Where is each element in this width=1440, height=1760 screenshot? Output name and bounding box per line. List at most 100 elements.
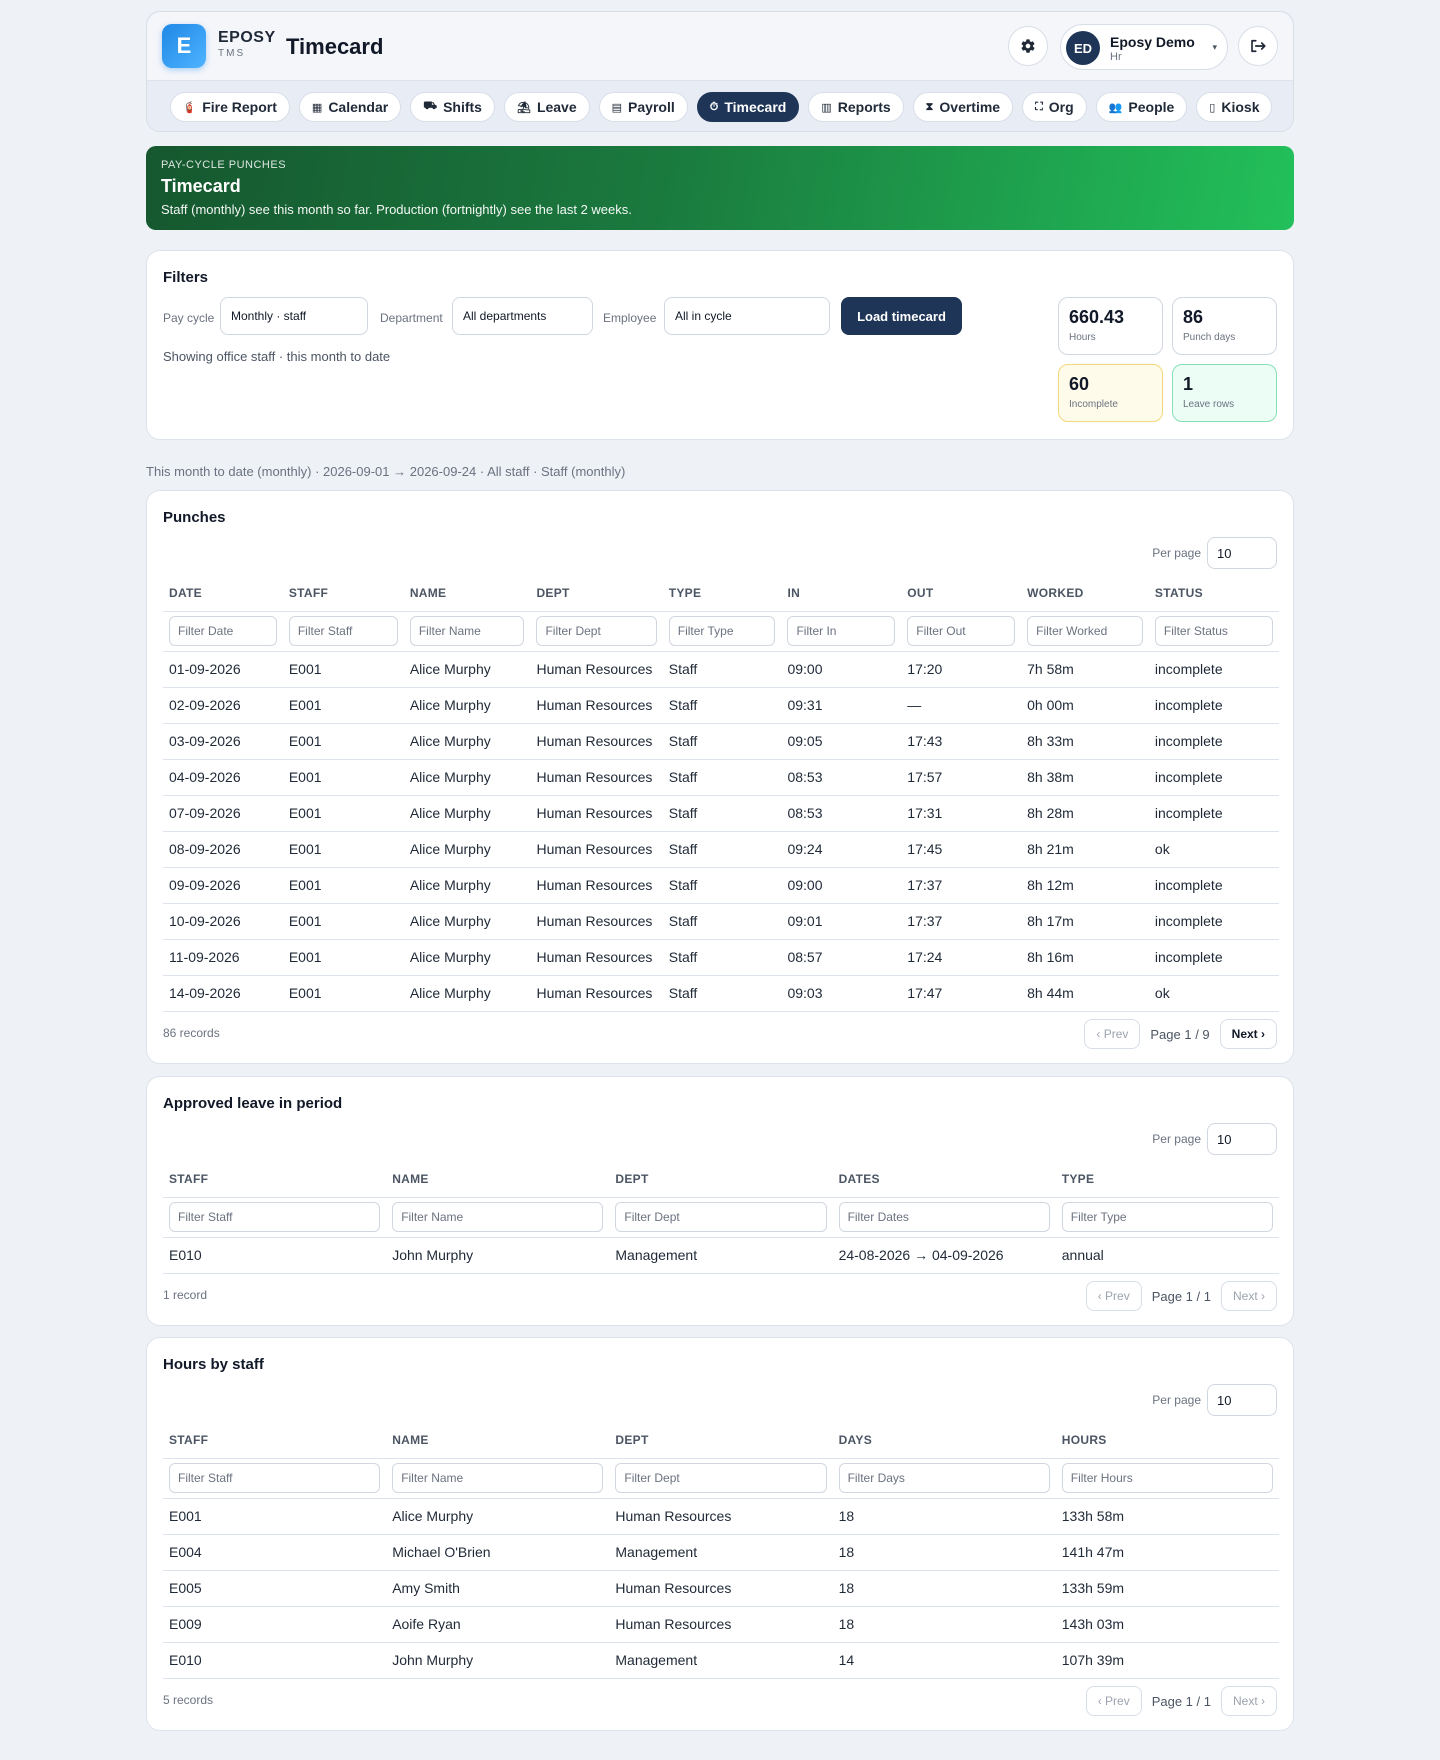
table-cell: 18 [832,1606,1056,1643]
punches-table: DATE STAFF NAME DEPT TYPE IN OUT WORKED STATUS Fi… [163,575,1279,1012]
column-filter-input[interactable]: Filter In [787,616,896,646]
column-header[interactable]: STAFF [282,575,404,612]
column-filter-input[interactable]: Filter Status [1154,616,1273,646]
nav-shifts[interactable]: ⛟ Shifts [410,92,495,122]
nav-org[interactable]: ⛶ Org [1022,92,1087,122]
column-filter-input[interactable]: Filter Name [392,1463,604,1493]
table-cell: E001 [282,687,404,724]
table-cell: 8h 28m [1021,795,1149,832]
column-header[interactable]: STATUS [1148,575,1279,612]
column-filter-input[interactable]: Filter Dates [838,1202,1050,1232]
column-filter-input[interactable]: Filter Name [392,1202,604,1232]
user-menu[interactable]: ED Eposy Demo Hr ▾ [1060,24,1228,70]
table-row[interactable]: E009 Aoife Ryan Human Resources 18 143h 03m [163,1606,1279,1643]
column-filter-input[interactable]: Filter Days [838,1463,1050,1493]
nav-kiosk[interactable]: ▯ Kiosk [1196,92,1273,122]
column-filter-input[interactable]: Filter Name [409,616,525,646]
nav-reports[interactable]: ▥ Reports [808,92,904,122]
table-row[interactable]: E005 Amy Smith Human Resources 18 133h 59m [163,1570,1279,1607]
column-header[interactable]: WORKED [1021,575,1149,612]
nav-fire-report[interactable]: 🧯 Fire Report [169,92,290,122]
column-filter-input[interactable]: Filter Worked [1027,616,1143,646]
app-logo[interactable]: E [162,24,206,68]
table-cell: 7h 58m [1021,651,1149,688]
column-header[interactable]: NAME [403,575,531,612]
table-cell: Alice Murphy [403,831,531,868]
column-filter-input[interactable]: Filter Type [1061,1202,1273,1232]
table-row[interactable]: 09-09-2026 E001 Alice Murphy Human Resource… [163,867,1279,904]
column-header[interactable]: IN [781,575,902,612]
table-cell: 17:57 [901,759,1022,796]
table-row[interactable]: E004 Michael O'Brien Management 18 141h 47m [163,1534,1279,1571]
per-page-input[interactable]: 10 [1207,537,1277,569]
table-cell: 09:31 [781,687,902,724]
filter-cell: Filter Name [386,1197,610,1238]
table-row[interactable]: 04-09-2026 E001 Alice Murphy Human Resource… [163,759,1279,796]
table-row[interactable]: E010 John Murphy Management 24-08-2026 → 04… [163,1237,1279,1274]
table-row[interactable]: 11-09-2026 E001 Alice Murphy Human Resource… [163,939,1279,976]
pay-cycle-select[interactable]: Monthly · staff [220,297,368,335]
column-header[interactable]: DAYS [832,1422,1056,1459]
column-filter-input[interactable]: Filter Staff [169,1463,381,1493]
table-row[interactable]: 02-09-2026 E001 Alice Murphy Human Resource… [163,687,1279,724]
column-header[interactable]: STAFF [163,1161,387,1198]
logout-button[interactable] [1238,26,1278,66]
stat-punch-days: 86 Punch days [1172,297,1277,355]
period-summary: This month to date (monthly) · 2026-09-0… [146,464,626,479]
prev-page-button[interactable]: ‹ Prev [1084,1019,1141,1049]
column-filter-input[interactable]: Filter Staff [288,616,398,646]
column-filter-input[interactable]: Filter Hours [1061,1463,1273,1493]
column-filter-input[interactable]: Filter Dept [615,1202,827,1232]
table-row[interactable]: 07-09-2026 E001 Alice Murphy Human Resource… [163,795,1279,832]
filters-card: Filters Pay cycle Monthly · staff Depart… [146,250,1294,440]
column-header[interactable]: DEPT [609,1161,833,1198]
load-timecard-button[interactable]: Load timecard [841,297,962,335]
prev-page-button[interactable]: ‹ Prev [1085,1686,1142,1716]
next-page-button[interactable]: Next › [1220,1281,1277,1311]
column-filter-input[interactable]: Filter Dept [536,616,657,646]
nav-overtime[interactable]: ⧗ Overtime [912,92,1014,122]
next-page-button[interactable]: Next › [1219,1019,1277,1049]
table-row[interactable]: E010 John Murphy Management 14 107h 39m [163,1642,1279,1679]
table-row[interactable]: 01-09-2026 E001 Alice Murphy Human Resource… [163,651,1279,688]
table-cell: E009 [163,1606,387,1643]
column-filter-input[interactable]: Filter Out [907,616,1016,646]
column-header[interactable]: TYPE [1055,1161,1279,1198]
approved-leave-card: Approved leave in period Per page 10 STA… [146,1076,1294,1326]
prev-page-button[interactable]: ‹ Prev [1085,1281,1142,1311]
table-cell: 02-09-2026 [163,687,283,724]
column-header[interactable]: NAME [386,1422,610,1459]
per-page-input[interactable]: 10 [1207,1123,1277,1155]
nav-timecard[interactable]: ⏱ Timecard [696,92,800,122]
column-header[interactable]: STAFF [163,1422,387,1459]
column-header[interactable]: OUT [901,575,1022,612]
column-header[interactable]: DEPT [609,1422,833,1459]
column-filter-input[interactable]: Filter Staff [169,1202,381,1232]
nav-calendar[interactable]: ▦ Calendar [298,92,402,122]
nav-people[interactable]: 👥 People [1095,92,1188,122]
nav-leave[interactable]: ⛱ Leave [503,92,590,122]
table-row[interactable]: 03-09-2026 E001 Alice Murphy Human Resource… [163,723,1279,760]
table-row[interactable]: 10-09-2026 E001 Alice Murphy Human Resource… [163,903,1279,940]
column-header[interactable]: TYPE [662,575,782,612]
column-header[interactable]: DEPT [530,575,663,612]
column-filter-input[interactable]: Filter Date [169,616,277,646]
table-cell: Human Resources [609,1570,833,1607]
table-cell: Human Resources [530,903,663,940]
table-row[interactable]: 08-09-2026 E001 Alice Murphy Human Resource… [163,831,1279,868]
per-page-input[interactable]: 10 [1207,1384,1277,1416]
table-row[interactable]: 14-09-2026 E001 Alice Murphy Human Resource… [163,975,1279,1012]
nav-payroll[interactable]: ▤ Payroll [598,92,688,122]
next-page-button[interactable]: Next › [1220,1686,1277,1716]
column-filter-input[interactable]: Filter Type [668,616,776,646]
column-header[interactable]: DATE [163,575,283,612]
column-header[interactable]: NAME [386,1161,610,1198]
column-header[interactable]: HOURS [1055,1422,1279,1459]
department-select[interactable]: All departments [452,297,593,335]
settings-button[interactable] [1008,26,1048,66]
column-filter-input[interactable]: Filter Dept [615,1463,827,1493]
employee-select[interactable]: All in cycle [664,297,830,335]
table-header-row: STAFF NAME DEPT DATES TYPE [163,1161,1279,1198]
table-row[interactable]: E001 Alice Murphy Human Resources 18 133h 58… [163,1498,1279,1535]
column-header[interactable]: DATES [832,1161,1056,1198]
